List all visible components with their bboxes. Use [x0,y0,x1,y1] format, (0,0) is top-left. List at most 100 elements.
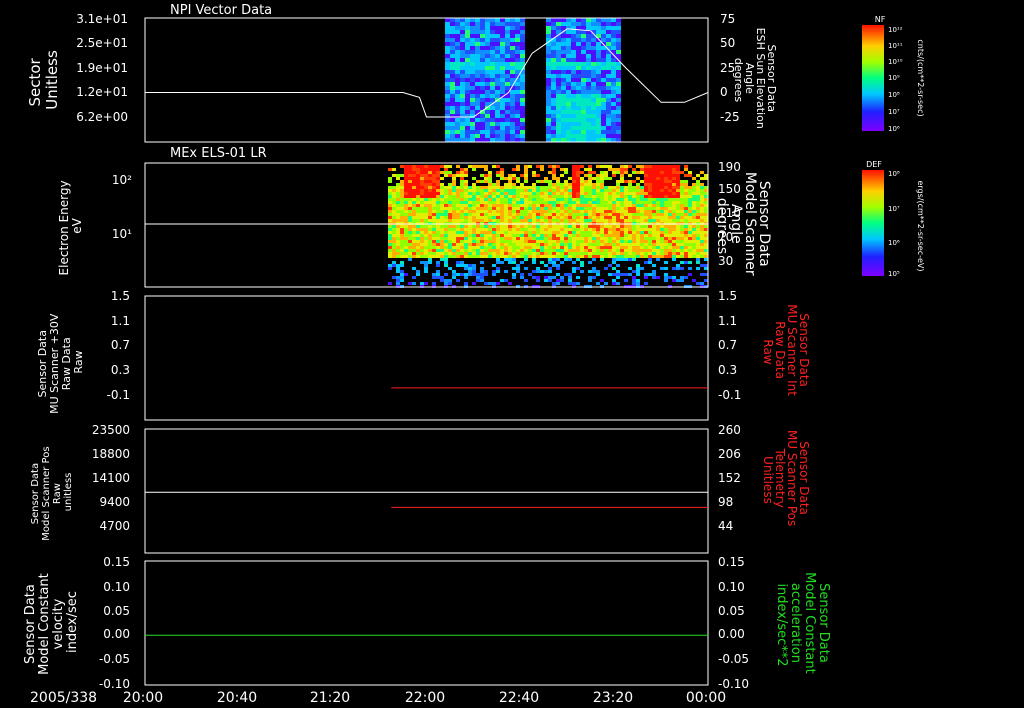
spectrogram-cell [485,18,490,22]
spectrogram-cell [400,225,404,228]
spectrogram-cell [704,246,708,249]
spectrogram-cell [688,192,692,195]
spectrogram-cell [692,249,696,252]
spectrogram-cell [656,171,660,174]
spectrogram-cell [520,102,525,106]
spectrogram-cell [515,62,520,66]
spectrogram-cell [536,228,540,231]
spectrogram-cell [552,213,556,216]
spectrogram-cell [510,134,515,138]
spectrogram-cell [660,177,664,180]
spectrogram-cell [416,165,420,168]
spectrogram-cell [510,110,515,114]
spectrogram-cell [688,171,692,174]
spectrogram-cell [470,90,475,94]
spectrogram-cell [504,183,508,186]
spectrogram-cell [408,165,412,168]
spectrogram-cell [500,54,505,58]
spectrogram-cell [475,82,480,86]
spectrogram-cell [540,198,544,201]
spectrogram-cell [428,192,432,195]
spectrogram-cell [600,207,604,210]
spectrogram-cell [571,86,576,90]
spectrogram-cell [495,62,500,66]
spectrogram-cell [504,279,508,282]
spectrogram-cell [552,183,556,186]
x-tick-label: 22:40 [499,690,539,706]
spectrogram-cell [488,240,492,243]
spectrogram-cell [532,198,536,201]
spectrogram-cell [444,240,448,243]
spectrogram-cell [475,34,480,38]
spectrogram-cell [652,273,656,276]
spectrogram-cell [408,201,412,204]
spectrogram-cell [636,231,640,234]
spectrogram-cell [611,114,616,118]
spectrogram-cell [606,66,611,70]
spectrogram-cell [581,54,586,58]
spectrogram-cell [432,204,436,207]
spectrogram-cell [480,66,485,70]
spectrogram-cell [672,279,676,282]
spectrogram-cell [510,74,515,78]
spectrogram-cell [672,186,676,189]
spectrogram-cell [412,174,416,177]
spectrogram-cell [566,54,571,58]
spectrogram-cell [515,38,520,42]
spectrogram-cell [452,195,456,198]
spectrogram-cell [450,78,455,82]
spectrogram-cell [460,174,464,177]
spectrogram-cell [412,255,416,258]
spectrogram-cell [528,207,532,210]
spectrogram-cell [566,90,571,94]
spectrogram-cell [536,189,540,192]
spectrogram-cell [436,276,440,279]
spectrogram-cell [468,204,472,207]
spectrogram-cell [400,192,404,195]
spectrogram-cell [496,255,500,258]
spectrogram-cell [404,273,408,276]
spectrogram-cell [470,66,475,70]
spectrogram-cell [664,255,668,258]
spectrogram-cell [656,216,660,219]
spectrogram-cell [536,192,540,195]
spectrogram-cell [520,106,525,110]
spectrogram-cell [576,138,581,142]
spectrogram-cell [568,240,572,243]
spectrogram-cell [500,225,504,228]
spectrogram-cell [684,243,688,246]
spectrogram-cell [445,46,450,50]
spectrogram-cell [470,42,475,46]
spectrogram-cell [606,130,611,134]
spectrogram-cell [440,246,444,249]
spectrogram-cell [560,192,564,195]
spectrogram-cell [540,165,544,168]
spectrogram-cell [552,219,556,222]
spectrogram-cell [465,58,470,62]
spectrogram-cell [564,219,568,222]
spectrogram-cell [444,189,448,192]
spectrogram-cell [586,50,591,54]
spectrogram-cell [601,86,606,90]
spectrogram-cell [556,42,561,46]
spectrogram-cell [564,171,568,174]
spectrogram-cell [672,213,676,216]
spectrogram-cell [448,171,452,174]
spectrogram-cell [608,207,612,210]
tick-label: 1.1 [111,314,130,328]
spectrogram-cell [668,195,672,198]
spectrogram-cell [604,201,608,204]
spectrogram-cell [436,246,440,249]
spectrogram-cell [611,58,616,62]
spectrogram-cell [560,174,564,177]
spectrogram-cell [704,210,708,213]
spectrogram-cell [396,192,400,195]
spectrogram-cell [452,276,456,279]
spectrogram-cell [660,249,664,252]
spectrogram-cell [484,249,488,252]
spectrogram-cell [388,282,392,285]
spectrogram-cell [600,189,604,192]
spectrogram-cell [464,255,468,258]
spectrogram-cell [508,210,512,213]
spectrogram-cell [505,110,510,114]
